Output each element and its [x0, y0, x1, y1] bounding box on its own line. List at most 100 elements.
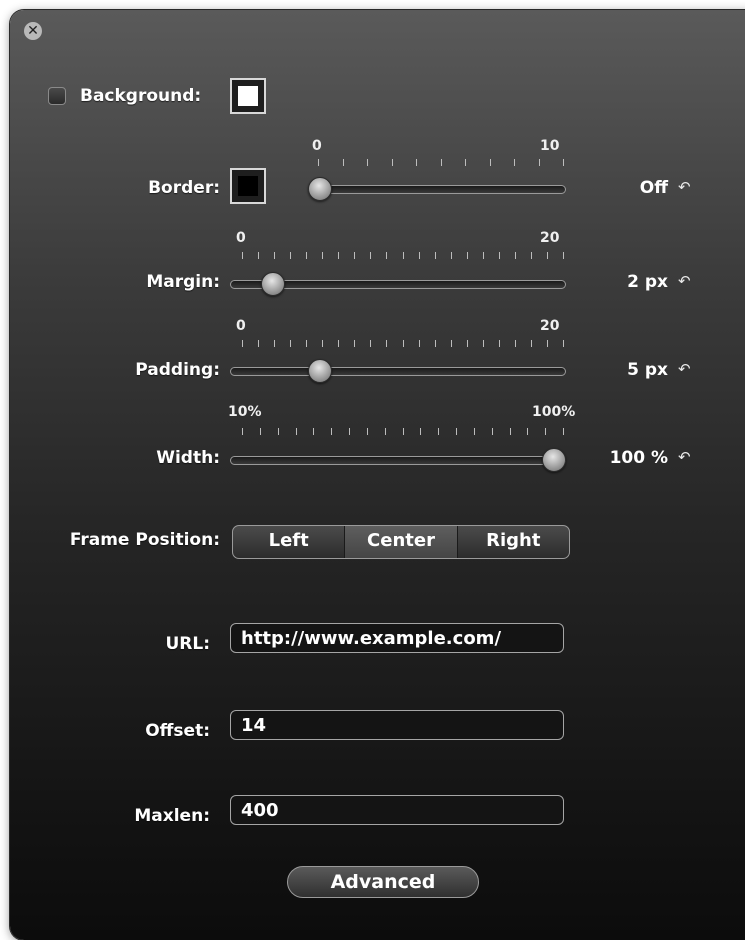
settings-panel: ✕ Background: 0 10 Border: Off ↶ 0 20 Ma…: [10, 10, 745, 940]
margin-slider-thumb[interactable]: [261, 272, 286, 296]
slider-tick: [514, 340, 516, 347]
close-icon[interactable]: ✕: [24, 22, 42, 40]
border-slider-thumb[interactable]: [308, 177, 332, 201]
slider-tick: [318, 159, 319, 166]
slider-tick: [514, 159, 515, 166]
slider-tick: [391, 159, 393, 166]
margin-max-label: 20: [540, 230, 560, 246]
padding-slider-track[interactable]: [230, 367, 566, 376]
border-value: Off: [639, 178, 668, 198]
url-field[interactable]: [230, 623, 564, 653]
slider-tick: [438, 428, 440, 435]
slider-tick: [530, 340, 532, 347]
frame-position-right[interactable]: Right: [458, 526, 569, 558]
slider-tick: [290, 340, 292, 347]
advanced-button[interactable]: Advanced: [287, 866, 479, 898]
slider-tick: [366, 428, 368, 435]
slider-tick: [306, 340, 308, 347]
border-reset-icon[interactable]: ↶: [678, 178, 691, 196]
padding-reset-icon[interactable]: ↶: [678, 360, 691, 378]
padding-max-label: 20: [540, 318, 560, 334]
slider-tick: [546, 340, 548, 347]
border-color-swatch[interactable]: [230, 168, 266, 204]
url-label: URL:: [165, 634, 210, 654]
slider-tick: [258, 252, 260, 259]
slider-tick: [290, 252, 292, 259]
slider-tick: [313, 428, 315, 435]
frame-position-left[interactable]: Left: [233, 526, 346, 558]
padding-min-label: 0: [236, 318, 246, 334]
border-label: Border:: [148, 178, 220, 198]
background-checkbox[interactable]: [48, 87, 66, 105]
slider-tick: [402, 252, 404, 259]
slider-tick: [384, 428, 386, 435]
slider-tick: [514, 252, 516, 259]
slider-tick: [563, 252, 564, 259]
border-slider-track[interactable]: [308, 185, 566, 194]
slider-tick: [509, 428, 511, 435]
slider-tick: [274, 340, 276, 347]
slider-tick: [466, 252, 468, 259]
slider-tick: [473, 428, 475, 435]
slider-tick: [349, 428, 350, 435]
width-reset-icon[interactable]: ↶: [678, 448, 691, 466]
offset-field[interactable]: [230, 710, 564, 740]
slider-tick: [370, 252, 372, 259]
slider-tick: [367, 159, 368, 166]
margin-min-label: 0: [236, 230, 246, 246]
width-value: 100 %: [609, 448, 668, 468]
slider-tick: [322, 252, 324, 259]
maxlen-label: Maxlen:: [134, 806, 210, 826]
padding-value: 5 px: [627, 360, 668, 380]
slider-tick: [295, 428, 297, 435]
width-min-label: 10%: [228, 404, 262, 420]
slider-tick: [434, 252, 436, 259]
background-color-swatch[interactable]: [230, 78, 266, 114]
padding-slider-thumb[interactable]: [308, 359, 332, 383]
slider-tick: [482, 340, 484, 347]
slider-tick: [563, 428, 564, 435]
slider-tick: [546, 252, 548, 259]
slider-tick: [418, 340, 420, 347]
slider-tick: [530, 252, 532, 259]
slider-tick: [456, 428, 457, 435]
background-swatch-fill: [238, 86, 258, 106]
slider-tick: [563, 340, 564, 347]
slider-tick: [338, 340, 340, 347]
slider-tick: [489, 159, 491, 166]
width-slider-thumb[interactable]: [542, 448, 566, 472]
width-slider-track[interactable]: [230, 456, 566, 465]
width-label: Width:: [156, 448, 220, 468]
slider-tick: [420, 428, 422, 435]
slider-tick: [306, 252, 308, 259]
slider-tick: [277, 428, 279, 435]
border-swatch-fill: [238, 176, 258, 196]
offset-label: Offset:: [145, 721, 210, 741]
slider-tick: [498, 340, 500, 347]
slider-tick: [563, 159, 564, 166]
slider-tick: [386, 340, 388, 347]
slider-tick: [338, 252, 340, 259]
slider-tick: [242, 252, 243, 259]
slider-tick: [434, 340, 436, 347]
frame-position-label: Frame Position:: [69, 530, 220, 550]
slider-tick: [416, 159, 417, 166]
margin-label: Margin:: [146, 272, 220, 292]
margin-value: 2 px: [627, 272, 668, 292]
frame-position-segmented-control: Left Center Right: [232, 525, 570, 559]
slider-tick: [242, 340, 243, 347]
maxlen-field[interactable]: [230, 795, 564, 825]
frame-position-center[interactable]: Center: [345, 526, 458, 558]
width-slider-ticks: [242, 428, 564, 438]
slider-tick: [498, 252, 500, 259]
border-min-label: 0: [312, 138, 322, 154]
slider-tick: [440, 159, 442, 166]
slider-tick: [354, 252, 356, 259]
padding-label: Padding:: [135, 360, 220, 380]
slider-tick: [482, 252, 484, 259]
margin-reset-icon[interactable]: ↶: [678, 272, 691, 290]
slider-tick: [491, 428, 493, 435]
border-slider-ticks: [318, 159, 564, 169]
slider-tick: [274, 252, 276, 259]
slider-tick: [418, 252, 420, 259]
